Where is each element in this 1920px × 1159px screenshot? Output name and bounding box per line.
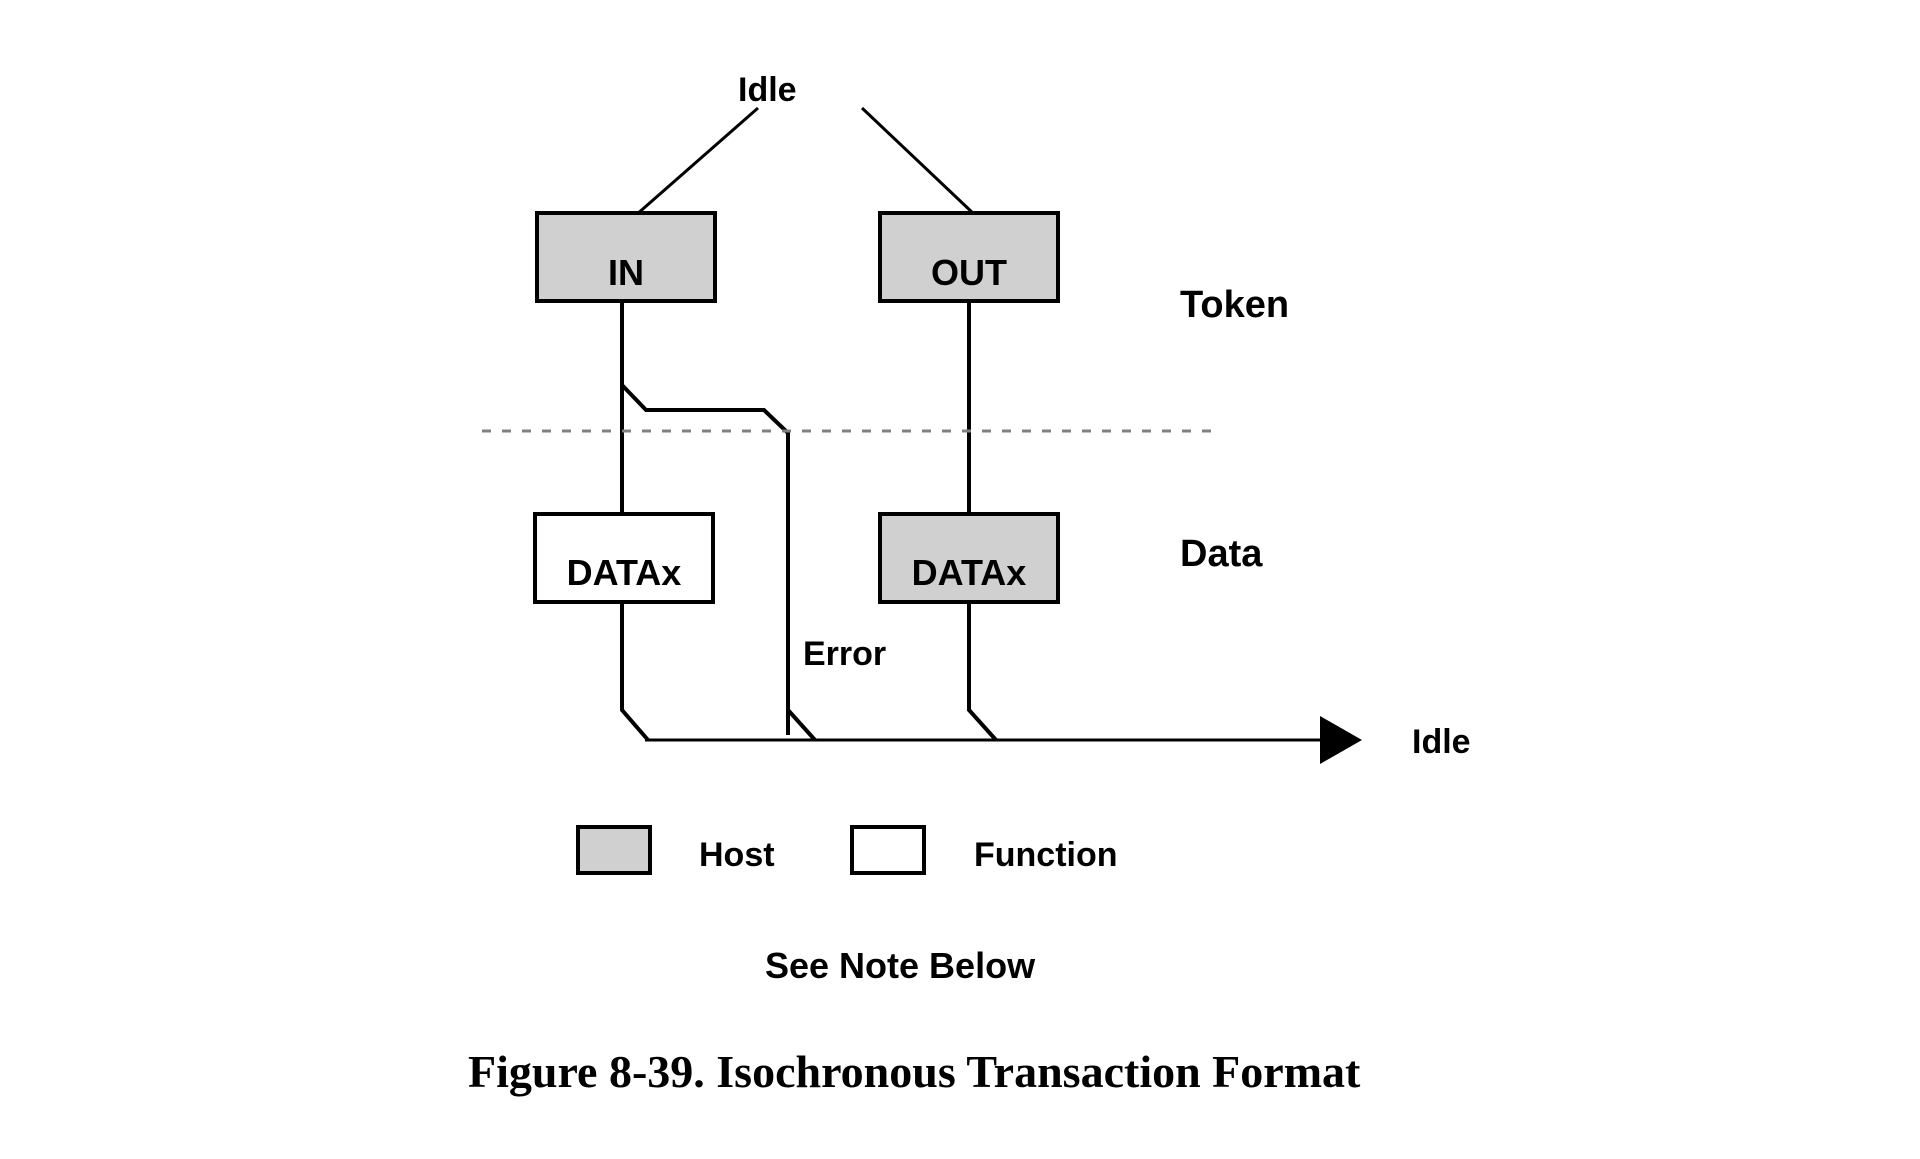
node-out-token-label: OUT bbox=[931, 252, 1007, 293]
error-label: Error bbox=[803, 635, 886, 673]
edge-idle-to-out bbox=[860, 106, 977, 217]
see-note-below-text: See Note Below bbox=[765, 945, 1036, 986]
stage-label-data: Data bbox=[1180, 533, 1263, 575]
legend-label-host: Host bbox=[699, 836, 775, 874]
edge-error-to-idle bbox=[786, 708, 817, 742]
idle-arrow-head bbox=[1320, 716, 1362, 764]
isochronous-transaction-diagram: Idle IN OUT Token DATAx DATAx Data Error bbox=[468, 71, 1471, 1097]
legend-swatch-function bbox=[850, 825, 926, 875]
legend-swatch-host bbox=[576, 825, 652, 875]
figure-page: Idle IN OUT Token DATAx DATAx Data Error bbox=[0, 0, 1920, 1159]
node-in-token-label: IN bbox=[608, 252, 644, 293]
node-data-in-label: DATAx bbox=[567, 552, 682, 593]
idle-top-label: Idle bbox=[738, 71, 797, 109]
stage-label-token: Token bbox=[1180, 284, 1289, 326]
edge-data-in-to-idle bbox=[620, 602, 650, 742]
figure-caption: Figure 8-39. Isochronous Transaction For… bbox=[468, 1046, 1361, 1097]
edge-idle-to-in bbox=[635, 106, 759, 217]
edge-data-out-to-idle bbox=[967, 602, 998, 742]
idle-end-label: Idle bbox=[1412, 723, 1471, 761]
legend-label-function: Function bbox=[974, 836, 1118, 874]
node-data-out-label: DATAx bbox=[912, 552, 1027, 593]
